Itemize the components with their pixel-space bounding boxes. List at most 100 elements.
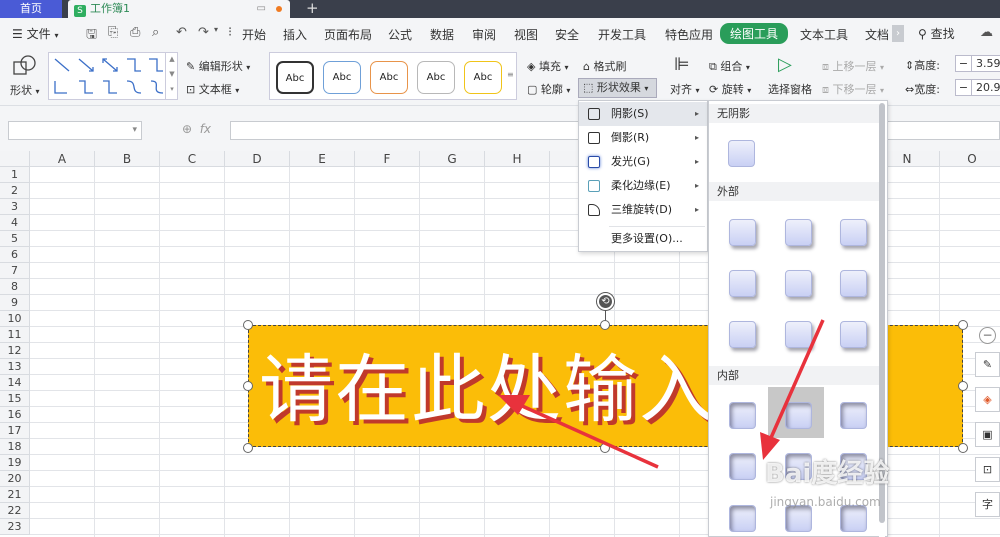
row-header[interactable]: 16 [0,407,30,423]
shadow-preset-inner[interactable] [729,505,756,532]
row-header[interactable]: 17 [0,423,30,439]
shadow-preset-inner[interactable] [840,505,867,532]
text-box-button[interactable]: ⊡ 文本框 ▾ [186,81,239,97]
fill-tool-button[interactable]: ◈ [975,387,1000,412]
width-input[interactable]: −20.9 [955,79,1000,96]
row-header[interactable]: 12 [0,343,30,359]
row-header[interactable]: 21 [0,487,30,503]
new-tab-button[interactable]: + [306,0,319,17]
minus-icon[interactable]: − [956,56,972,71]
menu-special[interactable]: 特色应用 [665,26,713,43]
cloud-icon[interactable]: ☁ [980,25,993,40]
menu-security[interactable]: 安全 [555,26,579,43]
resize-handle-t[interactable] [600,320,610,330]
redo-icon[interactable]: ↷ [198,25,209,40]
row-header[interactable]: 4 [0,215,30,231]
row-header[interactable]: 14 [0,375,30,391]
height-input[interactable]: −3.59 [955,55,1000,72]
fx-icon[interactable]: fx [200,122,211,136]
menu-item-reflection[interactable]: 倒影(R) ▸ [579,126,707,150]
menu-page-layout[interactable]: 页面布局 [324,26,372,43]
print-preview-icon[interactable]: ⌕ [152,25,159,40]
styles-more-icon[interactable]: ≡ [507,70,514,79]
shadow-preset-outer[interactable] [840,219,867,246]
zoom-icon[interactable]: ⊕ [182,122,192,136]
shapes-scroll[interactable]: ▲ ▼ ▾ [165,52,178,100]
row-header[interactable]: 15 [0,391,30,407]
row-header[interactable]: 18 [0,439,30,455]
text-tool-button[interactable]: 字 [975,492,1000,517]
undo-icon[interactable]: ↶ [176,25,187,40]
row-header[interactable]: 22 [0,503,30,519]
row-header[interactable]: 11 [0,327,30,343]
row-header[interactable]: 6 [0,247,30,263]
style-sample-5[interactable]: Abc [464,61,502,94]
more-icon[interactable]: ⁝ [228,25,232,40]
select-all-corner[interactable] [0,151,30,167]
column-header[interactable]: H [485,151,550,167]
rotation-handle[interactable]: ⟲ [597,293,614,310]
menu-review[interactable]: 审阅 [472,26,496,43]
rotate-button[interactable]: ⟳ 旋转 ▾ [709,81,751,97]
column-header[interactable]: B [95,151,160,167]
menu-item-more-settings[interactable]: 更多设置(O)... [579,227,707,251]
shadow-preset-outer[interactable] [785,270,812,297]
column-header[interactable]: C [160,151,225,167]
row-header[interactable]: 13 [0,359,30,375]
shadow-preset-inner[interactable] [785,402,812,429]
format-painter-button[interactable]: ⌂ 格式刷 [583,58,626,74]
shadow-preset-outer[interactable] [785,219,812,246]
resize-handle-r[interactable] [958,381,968,391]
menu-start[interactable]: 开始 [242,26,266,43]
shadow-preset-outer[interactable] [785,321,812,348]
column-header[interactable]: F [355,151,420,167]
menu-document[interactable]: 文档 [865,26,889,43]
style-sample-4[interactable]: Abc [417,61,455,94]
menu-drawing-tools[interactable]: 绘图工具 [720,23,789,44]
shadow-preset-inner[interactable] [729,453,756,480]
column-header[interactable]: D [225,151,290,167]
shadow-preset-outer[interactable] [729,219,756,246]
search-button[interactable]: ⚲ 查找 [918,25,955,42]
shadow-preset-outer[interactable] [729,270,756,297]
menu-item-shadow[interactable]: 阴影(S) ▸ [579,102,707,126]
row-header[interactable]: 3 [0,199,30,215]
shape-gallery-icon[interactable] [12,54,38,78]
edit-shape-button[interactable]: ✎ 编辑形状 ▾ [186,58,250,74]
row-header[interactable]: 8 [0,279,30,295]
resize-handle-tr[interactable] [958,320,968,330]
border-tool-button[interactable]: ▣ [975,422,1000,447]
menu-formula[interactable]: 公式 [388,26,412,43]
shadow-preset-inner[interactable] [840,402,867,429]
shadow-preset-outer[interactable] [840,270,867,297]
tab-document[interactable]: S 工作簿1 ▭ [68,0,290,18]
line-shapes-panel[interactable] [48,52,178,100]
row-header[interactable]: 2 [0,183,30,199]
print-icon[interactable]: ⎙ [130,25,140,40]
row-header[interactable]: 9 [0,295,30,311]
shadow-preset-inner[interactable] [785,505,812,532]
shape-effect-button[interactable]: ⬚ 形状效果 ▾ [578,78,657,98]
shape-button[interactable]: 形状 ▾ [10,82,40,98]
column-header[interactable]: O [940,151,1000,167]
menu-developer[interactable]: 开发工具 [598,26,646,43]
selection-pane-icon[interactable]: ▷ [778,54,792,75]
menu-text-tools[interactable]: 文本工具 [800,26,848,43]
selection-pane-button[interactable]: 选择窗格 [768,81,812,97]
menu-item-glow[interactable]: 发光(G) ▸ [579,150,707,174]
tab-home[interactable]: 首页 [0,0,62,18]
shadow-preset-none[interactable] [728,140,755,167]
menu-insert[interactable]: 插入 [283,26,307,43]
row-header[interactable]: 23 [0,519,30,535]
style-sample-1[interactable]: Abc [276,61,314,94]
menu-item-soft-edges[interactable]: 柔化边缘(E) ▸ [579,174,707,198]
resize-handle-br[interactable] [958,443,968,453]
fill-button[interactable]: ◈ 填充 ▾ [527,58,568,74]
text-box-tool-button[interactable]: ⊡ [975,457,1000,482]
monitor-icon[interactable]: ▭ [257,0,266,18]
style-sample-2[interactable]: Abc [323,61,361,94]
chevron-right-icon[interactable]: › [892,25,904,42]
resize-handle-tl[interactable] [243,320,253,330]
align-button[interactable]: 对齐 ▾ [670,81,700,97]
menu-view[interactable]: 视图 [514,26,538,43]
